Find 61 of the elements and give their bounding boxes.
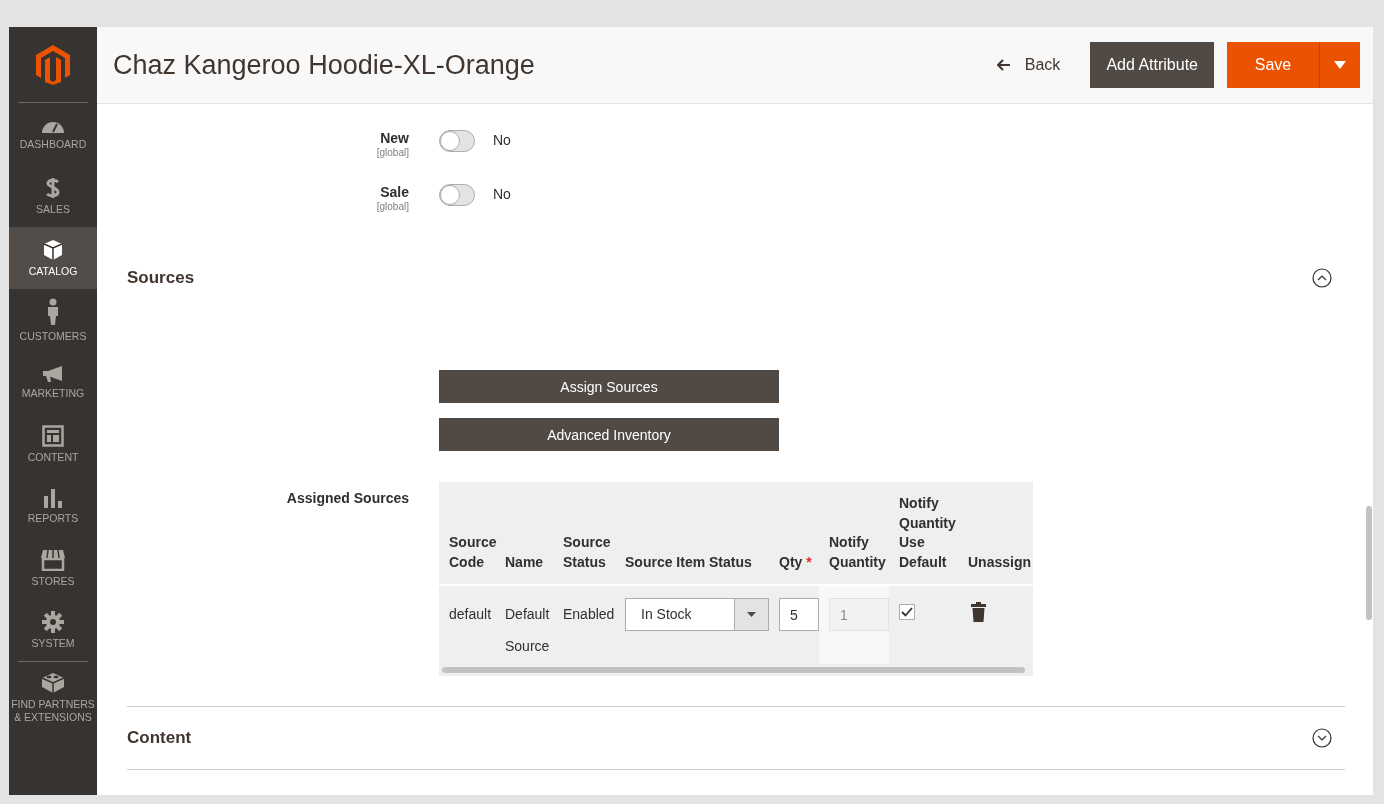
layout-icon — [42, 424, 64, 447]
column-header: Source Code — [449, 534, 497, 570]
section-title[interactable]: Content — [127, 728, 192, 748]
scrollbar[interactable] — [442, 667, 1025, 673]
qty-field[interactable]: 5 — [779, 598, 819, 631]
section-title[interactable]: Sources — [127, 268, 195, 288]
column-header: Notify Quantity Use Default — [899, 495, 956, 570]
page-title: Chaz Kangeroo Hoodie-XL-Orange — [113, 49, 536, 81]
field-label: Assigned Sources — [285, 490, 409, 508]
required-mark: * — [806, 553, 812, 570]
column-header: Unassign — [968, 553, 1031, 570]
add-attribute-button[interactable]: Add Attribute — [1090, 42, 1214, 88]
back-button[interactable]: Back — [986, 48, 1071, 82]
storefront-icon — [40, 548, 66, 571]
sidebar-item[interactable]: SALES — [9, 165, 97, 227]
toggle-switch[interactable] — [439, 184, 475, 206]
checkbox[interactable] — [899, 604, 915, 621]
box-icon — [43, 238, 63, 261]
action-button[interactable]: Assign Sources — [439, 370, 779, 403]
save-button[interactable]: Save — [1227, 42, 1319, 88]
sidebar-item[interactable]: CUSTOMERS — [9, 289, 97, 351]
column-header: Source Item Status — [625, 553, 752, 570]
dollar-icon — [46, 176, 60, 199]
toggle-value: No — [493, 131, 511, 150]
settings-icon — [42, 610, 64, 633]
expand-icon[interactable] — [1312, 728, 1332, 748]
sidebar-item[interactable]: DASHBOARD — [9, 103, 97, 165]
sidebar-item[interactable]: MARKETING — [9, 351, 97, 413]
status-dropdown[interactable]: In Stock — [625, 598, 769, 631]
toggle-switch[interactable] — [439, 130, 475, 152]
column-header: Source Status — [563, 534, 611, 570]
field-label: New — [380, 130, 409, 146]
sidebar-item[interactable]: FIND PARTNERS & EXTENSIONS — [9, 662, 97, 734]
table-cell: Enabled — [563, 606, 615, 622]
trash-icon[interactable] — [971, 602, 986, 622]
column-header: Name — [505, 553, 544, 570]
scope-label: [global] — [376, 147, 409, 158]
logo-icon[interactable] — [36, 44, 70, 85]
table-cell: default — [449, 606, 492, 622]
action-button[interactable]: Advanced Inventory — [439, 418, 779, 451]
scope-label: [global] — [376, 201, 409, 212]
toggle-value: No — [493, 185, 511, 204]
caret-icon — [747, 612, 756, 617]
arrow-left-icon — [996, 59, 1011, 71]
save-menu-button[interactable] — [1319, 42, 1360, 88]
blocks-icon — [41, 672, 65, 694]
sidebar-item[interactable]: CATALOG — [9, 227, 97, 289]
megaphone-icon — [42, 364, 64, 383]
caret-icon — [1334, 61, 1346, 69]
sidebar-item[interactable]: REPORTS — [9, 475, 97, 537]
scrollbar[interactable] — [1366, 506, 1372, 620]
sidebar-item[interactable]: SYSTEM — [9, 599, 97, 661]
sidebar-item[interactable]: STORES — [9, 537, 97, 599]
table-cell: Default Source — [505, 606, 550, 654]
sidebar-item[interactable]: CONTENT — [9, 413, 97, 475]
bar-chart-icon — [43, 487, 63, 508]
column-header: Notify Quantity — [829, 534, 886, 570]
field-label: Sale — [380, 184, 409, 200]
column-header: Qty — [779, 553, 803, 570]
person-icon — [46, 297, 60, 326]
collapse-icon[interactable] — [1312, 268, 1332, 288]
